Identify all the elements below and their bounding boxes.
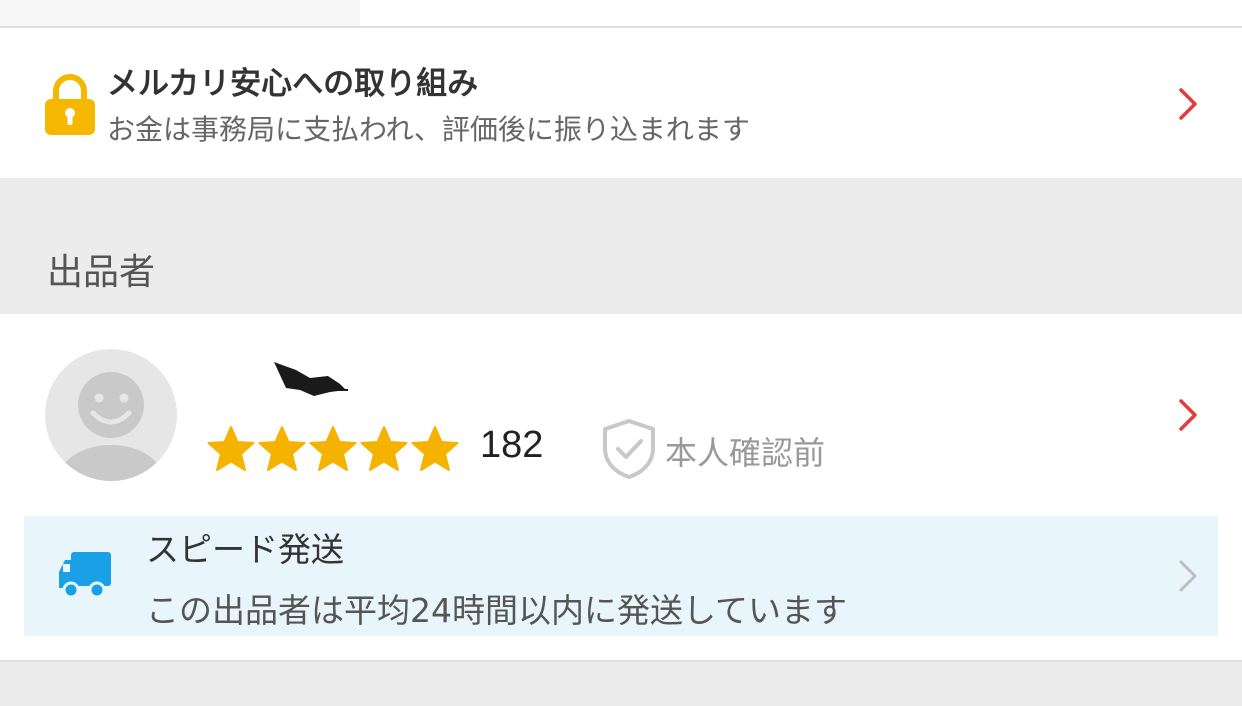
- chevron-right-icon[interactable]: [1177, 87, 1199, 121]
- star-icon: [360, 426, 408, 471]
- mercari-safety-link[interactable]: [0, 28, 1242, 178]
- star-icon: [309, 426, 357, 471]
- top-strip-panel: [0, 0, 360, 26]
- truck-icon: [59, 552, 111, 599]
- chevron-right-icon[interactable]: [1177, 398, 1199, 432]
- rating-count: 182: [480, 424, 544, 466]
- star-icon: [258, 426, 306, 471]
- lock-icon: [45, 74, 95, 135]
- seller-name-redacted: [274, 362, 348, 396]
- safety-title: メルカリ安心への取り組み: [107, 66, 479, 102]
- rating-stars: [206, 424, 460, 474]
- seller-section-header: 出品者: [47, 252, 156, 293]
- speed-shipping-title: スピード発送: [146, 530, 344, 569]
- chevron-right-icon[interactable]: [1177, 559, 1199, 593]
- speed-shipping-description: この出品者は平均24時間以内に発送しています: [146, 591, 848, 630]
- safety-subtitle: お金は事務局に支払われ、評価後に振り込まれます: [107, 113, 750, 146]
- star-icon: [207, 426, 255, 471]
- bottom-divider: [0, 660, 1242, 662]
- star-icon: [411, 426, 459, 471]
- avatar[interactable]: [45, 349, 177, 481]
- identity-verification-status: 本人確認前: [665, 434, 826, 472]
- shield-check-icon: [603, 419, 655, 479]
